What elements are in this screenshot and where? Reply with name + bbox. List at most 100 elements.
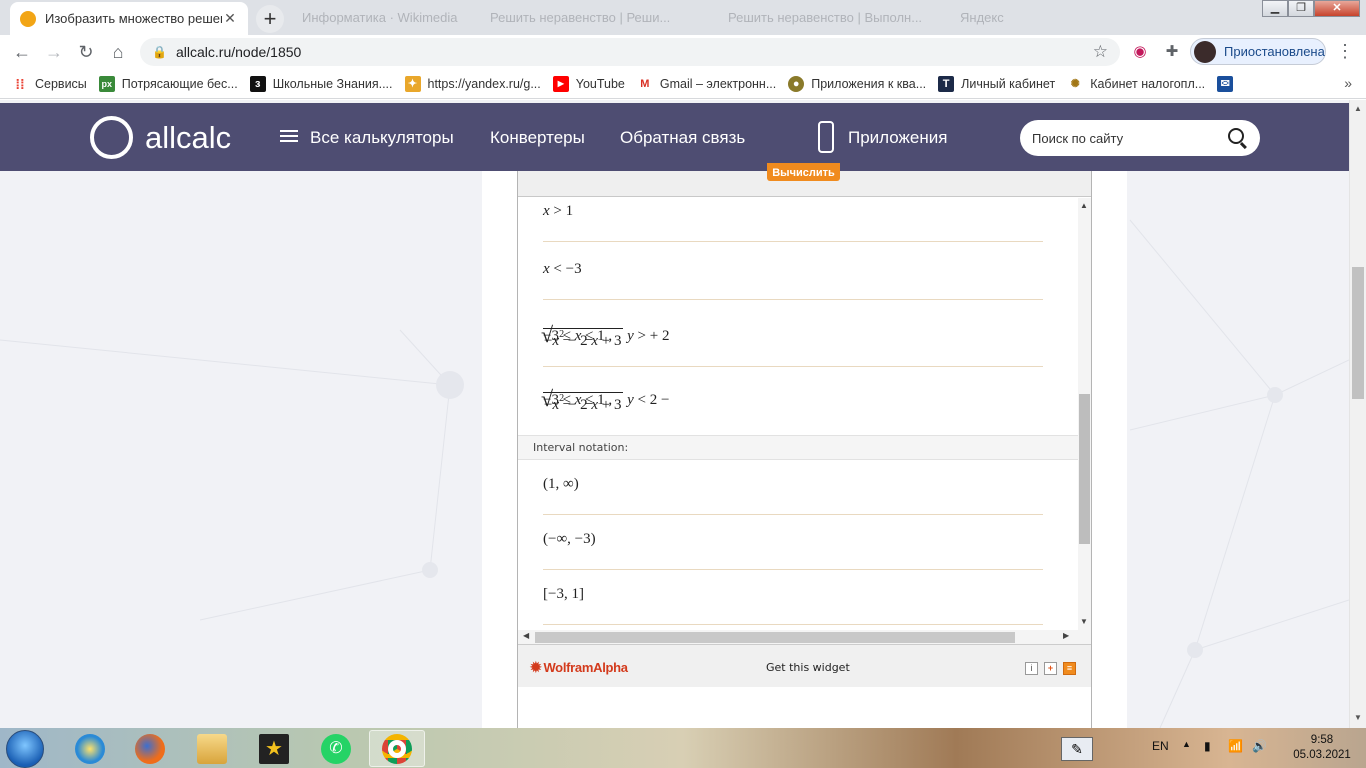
scroll-down-icon[interactable]: ▼ bbox=[1354, 713, 1362, 722]
tab-inactive[interactable]: Яндекс bbox=[950, 0, 1170, 35]
bookmark-label: Потрясающие бес... bbox=[121, 76, 238, 91]
bookmark-label: Личный кабинет bbox=[961, 76, 1056, 91]
search-placeholder: Поиск по сайту bbox=[1032, 130, 1124, 146]
taskbar-chrome[interactable] bbox=[369, 730, 425, 767]
nav-feedback[interactable]: Обратная связь bbox=[620, 128, 745, 148]
bookmark-label: Кабинет налогопл... bbox=[1090, 76, 1206, 91]
nav-label: Все калькуляторы bbox=[310, 128, 454, 147]
system-clock[interactable]: 9:58 05.03.2021 bbox=[1292, 733, 1352, 763]
tab-title: Яндекс bbox=[960, 10, 1004, 25]
start-button[interactable] bbox=[6, 730, 44, 768]
nav-converters[interactable]: Конвертеры bbox=[490, 128, 585, 148]
site-search-input[interactable]: Поиск по сайту bbox=[1020, 120, 1260, 156]
taskbar-whatsapp[interactable]: ✆ bbox=[308, 730, 364, 767]
close-window-icon[interactable]: ✕ bbox=[1314, 0, 1360, 17]
znaniya-icon: з bbox=[249, 75, 266, 92]
scroll-left-icon[interactable]: ◀ bbox=[523, 631, 529, 640]
profile-button[interactable]: Приостановлена bbox=[1190, 38, 1326, 65]
interval-notation-heading: Interval notation: bbox=[518, 435, 1078, 460]
interval-row: [−3, 1] bbox=[543, 570, 1043, 625]
tab-title: Информатика · Wikimedia bbox=[302, 10, 458, 25]
page-scrollbar[interactable]: ▲ ▼ bbox=[1349, 100, 1366, 728]
allcalc-favicon-icon bbox=[20, 10, 36, 27]
nav-label: Обратная связь bbox=[620, 128, 746, 147]
bookmark-item[interactable]: ⁞⁞ Сервисы bbox=[12, 75, 86, 92]
taskbar-ie[interactable] bbox=[62, 730, 118, 767]
taskbar-pen-app[interactable]: ✎ bbox=[1052, 730, 1102, 767]
scroll-thumb[interactable] bbox=[1352, 267, 1364, 399]
avatar bbox=[1194, 40, 1216, 63]
scroll-right-icon[interactable]: ▶ bbox=[1063, 631, 1069, 640]
bookmark-item[interactable]: px Потрясающие бес... bbox=[98, 75, 238, 92]
nav-apps[interactable]: Приложения bbox=[818, 121, 947, 153]
clock-time: 9:58 bbox=[1310, 734, 1334, 746]
close-tab-icon[interactable]: ✕ bbox=[222, 10, 238, 27]
scroll-thumb[interactable] bbox=[535, 632, 1015, 643]
wolfram-widget: Вычислить x > 1 x < −3 −3 ≤ x ≤ 1 , y > … bbox=[517, 163, 1092, 768]
back-icon[interactable]: ← bbox=[6, 36, 38, 68]
scroll-up-icon[interactable]: ▲ bbox=[1354, 104, 1362, 113]
address-bar[interactable]: 🔒 allcalc.ru/node/1850 ☆ bbox=[140, 38, 1120, 66]
bookmark-item[interactable]: ✦ https://yandex.ru/g... bbox=[404, 75, 541, 92]
taskbar-firefox[interactable] bbox=[122, 730, 178, 767]
get-widget-link[interactable]: Get this widget bbox=[766, 661, 850, 674]
clock-date: 05.03.2021 bbox=[1293, 749, 1351, 761]
bookmark-item[interactable]: ✺ Кабинет налогопл... bbox=[1067, 76, 1206, 92]
network-signal-icon[interactable]: 📶 bbox=[1228, 739, 1243, 753]
puzzle-extensions-icon[interactable]: ✚ bbox=[1162, 42, 1182, 62]
extension-icon[interactable]: ◉ bbox=[1130, 42, 1150, 62]
bookmark-item[interactable]: T Личный кабинет bbox=[938, 75, 1056, 92]
pen-tablet-icon: ✎ bbox=[1061, 736, 1093, 761]
forward-icon[interactable]: → bbox=[38, 36, 70, 68]
bookmark-item[interactable]: ▶ YouTube bbox=[552, 75, 625, 92]
results-horizontal-scrollbar[interactable]: ◀ ▶ bbox=[518, 630, 1091, 644]
emblem-icon: ● bbox=[788, 75, 805, 92]
whatsapp-icon: ✆ bbox=[321, 733, 351, 764]
show-hidden-icons[interactable]: ▲ bbox=[1182, 739, 1191, 749]
taskbar-movie-maker[interactable]: ★ bbox=[246, 730, 302, 767]
bookmark-label: Gmail – электронн... bbox=[659, 76, 777, 91]
interval-row: (−∞, −3) bbox=[543, 515, 1043, 570]
menu-icon[interactable]: ≡ bbox=[1063, 662, 1076, 675]
new-tab-button[interactable]: + bbox=[256, 5, 284, 33]
solution-row: x < −3 bbox=[543, 242, 1043, 300]
nav-all-calculators[interactable]: Все калькуляторы bbox=[280, 128, 454, 148]
wolfram-logo[interactable]: ✹ WolframAlpha bbox=[530, 659, 628, 676]
logo-text: allcalc bbox=[145, 119, 232, 155]
language-indicator[interactable]: EN bbox=[1152, 739, 1169, 753]
home-icon[interactable]: ⌂ bbox=[102, 36, 134, 68]
widget-input-bar: Вычислить bbox=[518, 163, 1091, 197]
menu-dots-icon[interactable]: ⋮ bbox=[1336, 41, 1354, 62]
tab-inactive[interactable]: Информатика · Wikimedia bbox=[292, 0, 472, 35]
results-vertical-scrollbar[interactable]: ▲ ▼ bbox=[1078, 198, 1091, 630]
bookmark-item[interactable]: з Школьные Знания.... bbox=[249, 75, 393, 92]
tab-inactive[interactable]: Решить неравенство | Реши... bbox=[480, 0, 710, 35]
more-bookmarks-icon[interactable]: » bbox=[1344, 75, 1352, 91]
taskbar-explorer[interactable] bbox=[184, 730, 240, 767]
scroll-down-icon[interactable]: ▼ bbox=[1080, 617, 1088, 626]
site-logo[interactable]: allcalc bbox=[90, 116, 231, 159]
minimize-icon[interactable]: ▁ bbox=[1262, 0, 1288, 17]
search-icon[interactable] bbox=[1228, 128, 1244, 144]
scroll-thumb[interactable] bbox=[1079, 394, 1090, 544]
tab-inactive[interactable]: Решить неравенство | Выполн... bbox=[718, 0, 943, 35]
solution-row: −3 ≤ x ≤ 1 , y < 2 − −x2 − 2 x + 3 bbox=[541, 386, 670, 413]
url-text: allcalc.ru/node/1850 bbox=[176, 44, 302, 60]
reload-icon[interactable]: ↻ bbox=[70, 36, 102, 68]
scroll-up-icon[interactable]: ▲ bbox=[1080, 201, 1088, 210]
info-icon[interactable]: i bbox=[1025, 662, 1038, 675]
maximize-icon[interactable]: ❐ bbox=[1288, 0, 1314, 17]
apps-grid-icon: ⁞⁞ bbox=[15, 75, 25, 92]
bookmark-item[interactable]: ✉ bbox=[1217, 75, 1240, 92]
mail-icon: ✉ bbox=[1217, 75, 1234, 92]
window-controls: ▁ ❐ ✕ bbox=[1262, 0, 1360, 18]
tab-title: Решить неравенство | Реши... bbox=[490, 10, 671, 25]
volume-icon[interactable]: 🔊 bbox=[1252, 739, 1267, 753]
compute-button[interactable]: Вычислить bbox=[767, 163, 840, 181]
device-icon[interactable]: ▮ bbox=[1204, 739, 1211, 753]
bookmark-item[interactable]: ● Приложения к ква... bbox=[788, 75, 926, 92]
tab-active[interactable]: Изобразить множество решени ✕ bbox=[10, 2, 248, 35]
bookmark-star-icon[interactable]: ☆ bbox=[1093, 42, 1108, 62]
bookmark-item[interactable]: M Gmail – электронн... bbox=[636, 75, 777, 92]
add-icon[interactable]: + bbox=[1044, 662, 1057, 675]
